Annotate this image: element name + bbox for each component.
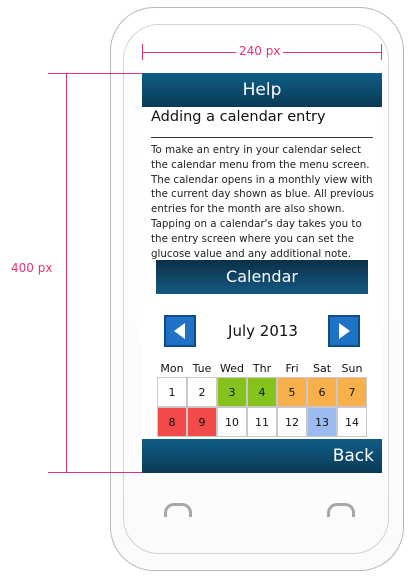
weekday-thr: Thr (252, 362, 272, 375)
calendar-day[interactable]: 5 (277, 377, 307, 407)
right-hardware-button[interactable] (327, 503, 355, 517)
calendar-day[interactable]: 6 (307, 377, 337, 407)
weekday-mon: Mon (160, 362, 184, 375)
calendar-button[interactable]: Calendar (156, 260, 368, 294)
width-tick-left (142, 44, 143, 60)
calendar-day[interactable]: 1 (157, 377, 187, 407)
footer-bar: Back (142, 439, 382, 473)
app-screen: Help Adding a calendar entry To make an … (142, 73, 382, 473)
month-label: July 2013 (228, 322, 298, 340)
help-title: Adding a calendar entry (151, 109, 326, 125)
weekday-wed: Wed (220, 362, 244, 375)
calendar-day[interactable]: 7 (337, 377, 367, 407)
calendar-day[interactable]: 10 (217, 407, 247, 437)
title-divider (151, 137, 373, 138)
height-tick-top (48, 73, 142, 74)
back-button[interactable]: Back (333, 439, 374, 473)
width-tick-right (381, 44, 382, 60)
page-title: Help (242, 80, 282, 100)
width-dimension-label: 240 px (236, 44, 284, 58)
right-arrow-icon (339, 323, 350, 339)
height-dimension-line (66, 73, 67, 473)
calendar-button-label: Calendar (226, 267, 298, 286)
left-hardware-button[interactable] (164, 503, 192, 517)
calendar-day[interactable]: 3 (217, 377, 247, 407)
weekday-fri: Fri (285, 362, 299, 375)
calendar-day[interactable]: 13 (307, 407, 337, 437)
help-body-text: To make an entry in your calendar select… (151, 144, 375, 260)
weekday-sun: Sun (341, 362, 363, 375)
next-month-button[interactable] (328, 315, 360, 347)
calendar-day[interactable]: 8 (157, 407, 187, 437)
height-tick-bottom (48, 472, 142, 473)
calendar-day[interactable]: 9 (187, 407, 217, 437)
weekday-tue: Tue (192, 362, 212, 375)
calendar-day[interactable]: 11 (247, 407, 277, 437)
calendar-day[interactable]: 2 (187, 377, 217, 407)
calendar-day[interactable]: 14 (337, 407, 367, 437)
left-arrow-icon (174, 323, 185, 339)
header-bar: Help (142, 73, 382, 107)
calendar-day[interactable]: 12 (277, 407, 307, 437)
height-dimension-label: 400 px (11, 261, 53, 275)
calendar-day[interactable]: 4 (247, 377, 277, 407)
weekday-sat: Sat (312, 362, 332, 375)
prev-month-button[interactable] (164, 315, 196, 347)
